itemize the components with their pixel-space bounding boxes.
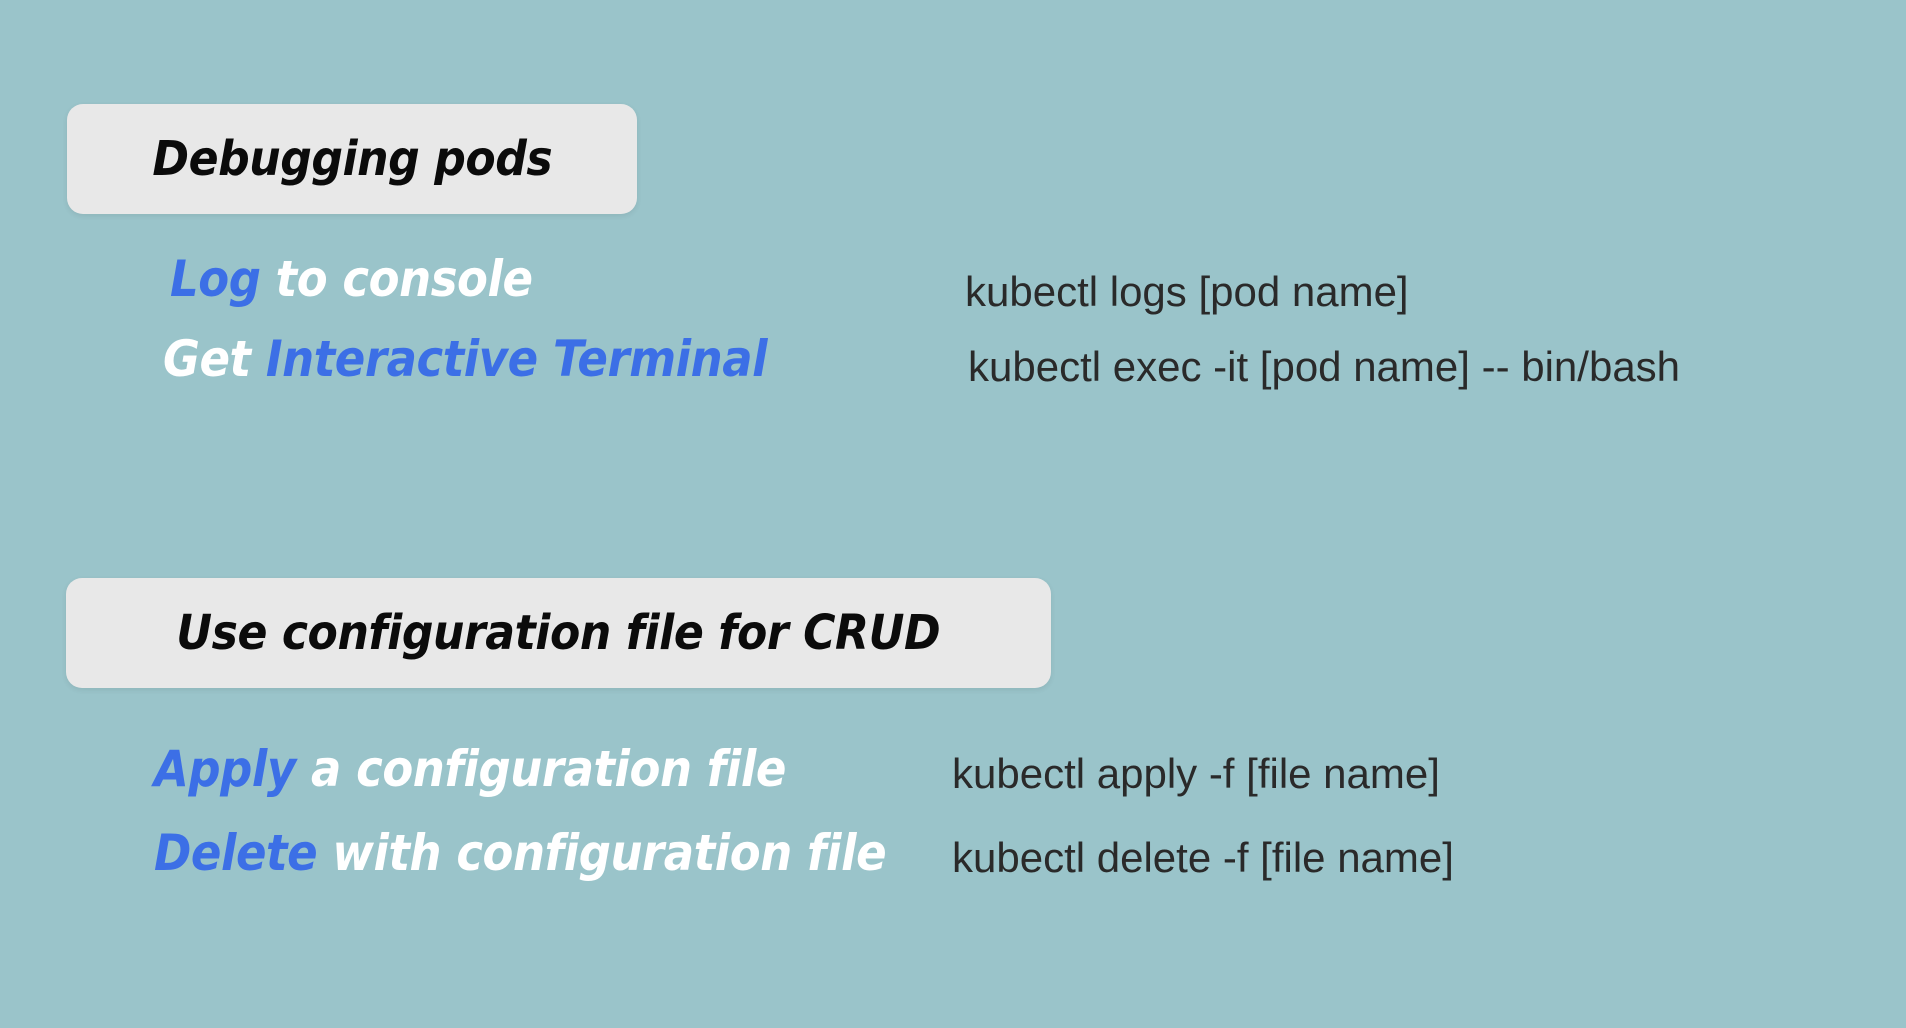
command-kubectl-apply: kubectl apply -f [file name] — [952, 750, 1440, 797]
command-kubectl-logs: kubectl logs [pod name] — [965, 268, 1409, 315]
section-header-configuration-file: Use configuration file for CRUD — [66, 578, 1051, 688]
section-title: Use configuration file for CRUD — [176, 605, 941, 661]
label-text: to console — [260, 250, 533, 308]
label-get-interactive-terminal: Get Interactive Terminal — [163, 330, 768, 388]
label-delete-with-configuration-file: Delete with configuration file — [154, 824, 887, 882]
label-apply-configuration-file: Apply a configuration file — [154, 740, 786, 798]
command-kubectl-exec: kubectl exec -it [pod name] -- bin/bash — [968, 343, 1681, 390]
section-header-debugging-pods: Debugging pods — [67, 104, 637, 214]
label-log-to-console: Log to console — [170, 250, 533, 308]
label-text: with configuration file — [317, 824, 887, 882]
label-accent: Log — [170, 250, 261, 308]
label-text: a configuration file — [295, 740, 786, 798]
label-accent: Delete — [154, 824, 318, 882]
label-text: Get — [163, 330, 266, 388]
command-kubectl-delete: kubectl delete -f [file name] — [952, 834, 1454, 881]
section-title: Debugging pods — [152, 131, 552, 187]
label-accent: Apply — [154, 740, 296, 798]
label-accent: Interactive Terminal — [265, 330, 768, 388]
